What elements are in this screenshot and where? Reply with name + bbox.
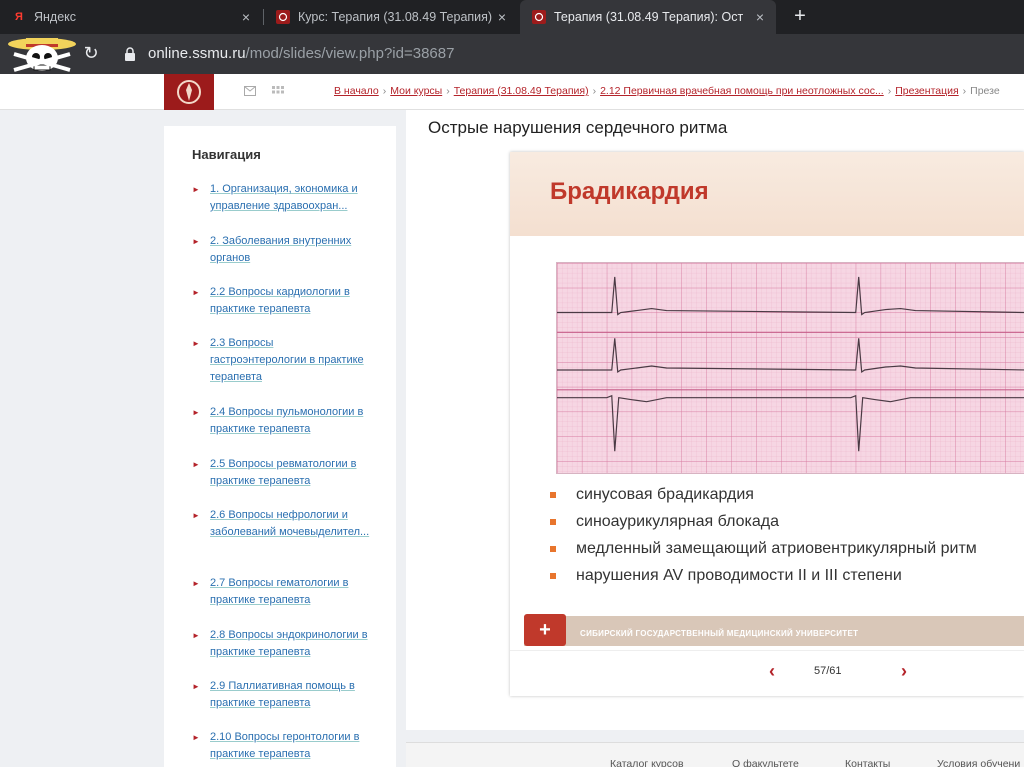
reload-icon[interactable]: ↻ [80,42,102,64]
university-name: СИБИРСКИЙ ГОСУДАРСТВЕННЫЙ МЕДИЦИНСКИЙ УН… [580,629,859,638]
breadcrumb-link[interactable]: В начало [334,85,379,97]
arrow-right-icon: ► [192,339,200,348]
arrow-right-icon: ► [192,408,200,417]
footer-link-terms[interactable]: Условия обучени [937,758,1020,767]
slide-page-number: 57/61 [814,665,842,677]
bullet-square-icon [550,546,556,552]
grid-icon[interactable] [272,86,284,96]
arrow-right-icon: ► [192,460,200,469]
arrow-right-icon: ► [192,733,200,742]
lock-icon [125,47,135,61]
arrow-right-icon: ► [192,631,200,640]
slide-title: Брадикардия [550,178,709,205]
breadcrumb-link[interactable]: Терапия (31.08.49 Терапия) [454,85,589,97]
breadcrumb-link[interactable]: 2.12 Первичная врачебная помощь при неот… [600,85,884,97]
arrow-right-icon: ► [192,682,200,691]
breadcrumb-link[interactable]: Презентация [895,85,958,97]
close-icon[interactable]: × [236,9,256,25]
footer-link-catalog[interactable]: Каталог курсов [610,758,684,767]
url-host: online.ssmu.ru [148,45,246,62]
footer-link-about[interactable]: О факультете [732,758,799,767]
list-item: медленный замещающий атриовентрикулярный… [548,540,977,567]
arrow-right-icon: ► [192,579,200,588]
tab-title: Терапия (31.08.49 Терапия): Ост [554,10,744,24]
close-icon[interactable]: × [750,9,770,25]
footer-link-contacts[interactable]: Контакты [845,758,890,767]
arrow-right-icon: ► [192,237,200,246]
navigation-title: Навигация [192,147,261,162]
navigation-block [164,126,396,767]
arrow-right-icon: ► [192,511,200,520]
ssmu-crest-icon [532,10,546,24]
mail-icon[interactable] [244,86,256,96]
page-title: Острые нарушения сердечного ритма [428,118,728,137]
close-icon[interactable]: × [492,9,512,25]
ecg-strip-image [556,262,1024,474]
list-item: синоаурикулярная блокада [548,513,977,540]
new-tab-button[interactable]: + [788,4,812,28]
tab-yandex[interactable]: Я Яндекс × [0,0,262,34]
next-slide-button[interactable]: › [894,661,914,681]
prev-slide-button[interactable]: ‹ [762,661,782,681]
url-path: /mod/slides/view.php?id=38687 [245,45,455,62]
list-item: нарушения AV проводимости II и III степе… [548,567,977,594]
ssmu-crest-icon [276,10,290,24]
tab-presentation[interactable]: Терапия (31.08.49 Терапия): Ост × [520,0,776,34]
arrow-right-icon: ► [192,288,200,297]
tab-title: Курс: Терапия (31.08.49 Терапия) [298,10,492,24]
ssmu-crest-icon [177,80,201,104]
breadcrumb: В начало › Мои курсы › Терапия (31.08.49 Тер… [334,85,1000,97]
breadcrumb-link[interactable]: Мои курсы [390,85,442,97]
site-footer [406,742,1024,767]
site-logo[interactable] [164,74,214,110]
breadcrumb-current: Презе [970,85,1000,97]
slide-viewer: Брадикардия синусовая брадикардия синоау… [510,152,1024,696]
yandex-icon: Я [15,11,23,23]
list-item: синусовая брадикардия [548,486,977,513]
address-bar[interactable]: online.ssmu.ru/mod/slides/view.php?id=38… [148,45,454,62]
bullet-square-icon [550,519,556,525]
tab-course[interactable]: Курс: Терапия (31.08.49 Терапия) × [264,0,518,34]
slide-pager: ‹ 57/61 › [510,650,1024,696]
arrow-right-icon: ► [192,185,200,194]
bullet-square-icon [550,492,556,498]
bullet-square-icon [550,573,556,579]
first-aid-kit-icon: + [524,614,566,646]
tab-title: Яндекс [34,10,77,24]
slide-bullet-list: синусовая брадикардия синоаурикулярная б… [548,486,977,594]
